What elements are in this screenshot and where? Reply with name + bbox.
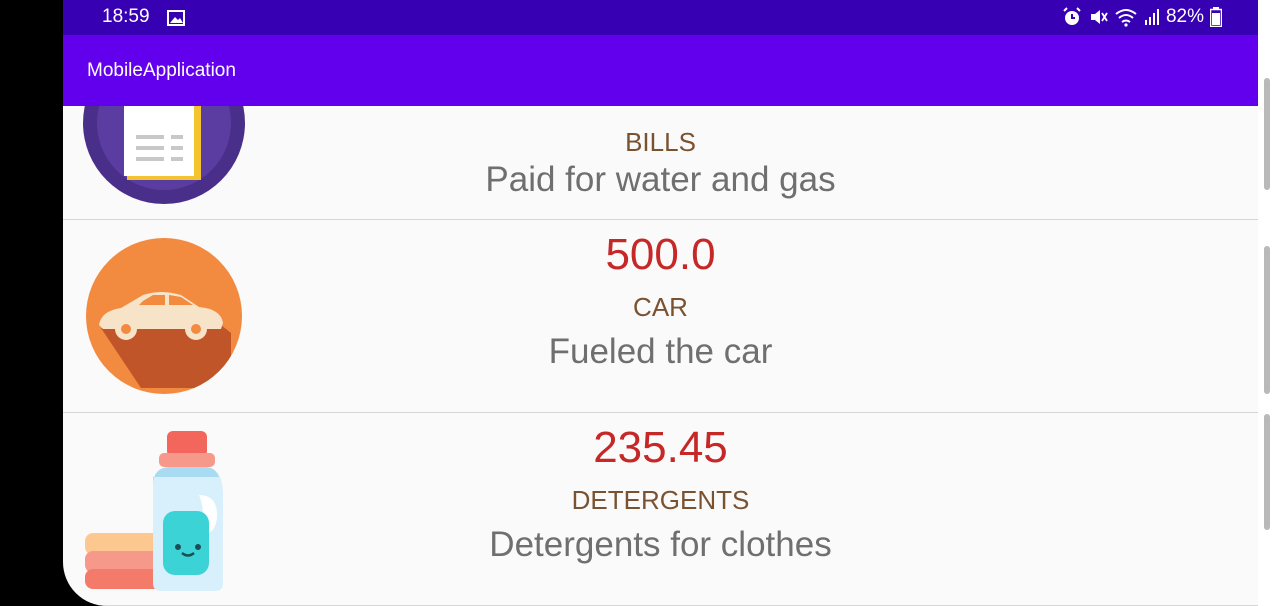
signal-icon — [1144, 9, 1159, 25]
transaction-list[interactable]: BILLS Paid for water and gas 500.0 CAR F… — [63, 106, 1258, 606]
list-item-car[interactable]: 500.0 CAR Fueled the car — [63, 220, 1258, 413]
battery-icon — [1210, 7, 1222, 27]
wifi-icon — [1115, 9, 1137, 27]
app-bar: MobileApplication — [63, 35, 1258, 106]
category-label: DETERGENTS — [571, 485, 750, 515]
category-label: BILLS — [625, 127, 696, 157]
app-title: MobileApplication — [87, 60, 236, 81]
description-label: Fueled the car — [548, 332, 773, 371]
scrollbar-middle[interactable] — [1264, 246, 1270, 394]
status-time: 18:59 — [102, 6, 150, 27]
list-item-bills[interactable]: BILLS Paid for water and gas — [63, 106, 1258, 220]
battery-percent: 82% — [1165, 6, 1204, 27]
status-bar: 18:59 82% — [63, 0, 1258, 35]
description-label: Paid for water and gas — [485, 160, 836, 199]
category-label: CAR — [633, 292, 688, 322]
status-icons: 82% — [1062, 6, 1222, 28]
mute-icon — [1090, 10, 1108, 24]
scrollbar-top[interactable] — [1264, 78, 1270, 190]
list-item-detergents[interactable]: 235.45 DETERGENTS Detergents for clothes — [63, 413, 1258, 606]
description-label: Detergents for clothes — [489, 525, 832, 564]
amount-label: 500.0 — [605, 230, 716, 279]
amount-label: 235.45 — [593, 423, 728, 472]
phone-screen: 18:59 82% MobileApplication BILLS Paid f… — [63, 0, 1258, 606]
gallery-icon — [167, 10, 185, 26]
alarm-icon — [1063, 7, 1081, 25]
scrollbar-bottom[interactable] — [1264, 414, 1270, 530]
